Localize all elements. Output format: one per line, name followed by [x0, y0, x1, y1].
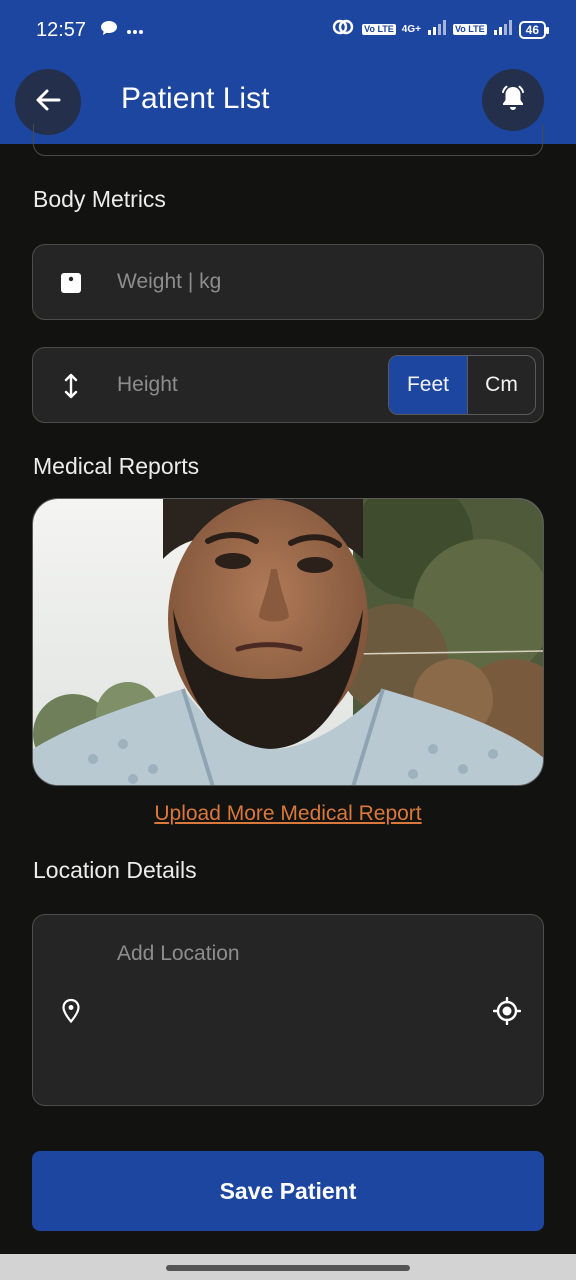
vertical-arrows-icon: [55, 370, 87, 402]
volte-icon: Vo LTE: [362, 24, 396, 35]
system-nav-bar: [0, 1254, 576, 1280]
height-field[interactable]: Height Feet Cm: [32, 347, 544, 423]
signal-icon-2: [493, 19, 513, 40]
location-pin-icon: [55, 995, 87, 1027]
signal-icon: [427, 19, 447, 40]
arrow-left-icon: [34, 86, 62, 119]
hotspot-link-icon: [330, 18, 356, 41]
weight-field[interactable]: Weight | kg: [32, 244, 544, 320]
weight-placeholder: Weight | kg: [117, 270, 222, 293]
page-title: Patient List: [121, 82, 270, 115]
height-placeholder: Height: [117, 373, 178, 396]
previous-field-edge: [33, 124, 543, 156]
status-time: 12:57: [36, 19, 87, 41]
medical-report-image[interactable]: [32, 498, 544, 786]
more-dots-icon: [126, 22, 144, 40]
bell-icon: [498, 83, 528, 118]
notification-button[interactable]: [482, 69, 544, 131]
status-right-icons: Vo LTE 4G+ Vo LTE 46: [330, 18, 550, 41]
upload-more-report-link[interactable]: Upload More Medical Report: [0, 802, 576, 826]
chat-bubble-icon: [100, 20, 118, 41]
weighing-scale-icon: [55, 267, 87, 299]
crosshair-gps-icon[interactable]: [491, 995, 523, 1027]
unit-feet-option[interactable]: Feet: [389, 356, 467, 414]
medical-reports-title: Medical Reports: [33, 453, 200, 479]
status-bar: 12:57 Vo LTE 4G+ Vo LTE 46: [0, 0, 576, 62]
unit-cm-option[interactable]: Cm: [467, 356, 535, 414]
battery-indicator: 46: [518, 20, 550, 39]
location-field[interactable]: Add Location: [32, 914, 544, 1106]
network-type: 4G+: [401, 24, 421, 35]
home-gesture-handle[interactable]: [166, 1265, 410, 1271]
status-left-icons: [100, 20, 144, 41]
volte-icon-2: Vo LTE: [452, 24, 487, 35]
body-metrics-title: Body Metrics: [33, 186, 166, 212]
location-details-title: Location Details: [33, 857, 197, 883]
location-placeholder: Add Location: [117, 942, 240, 965]
height-unit-toggle: Feet Cm: [388, 355, 536, 415]
save-patient-button[interactable]: Save Patient: [32, 1151, 544, 1231]
